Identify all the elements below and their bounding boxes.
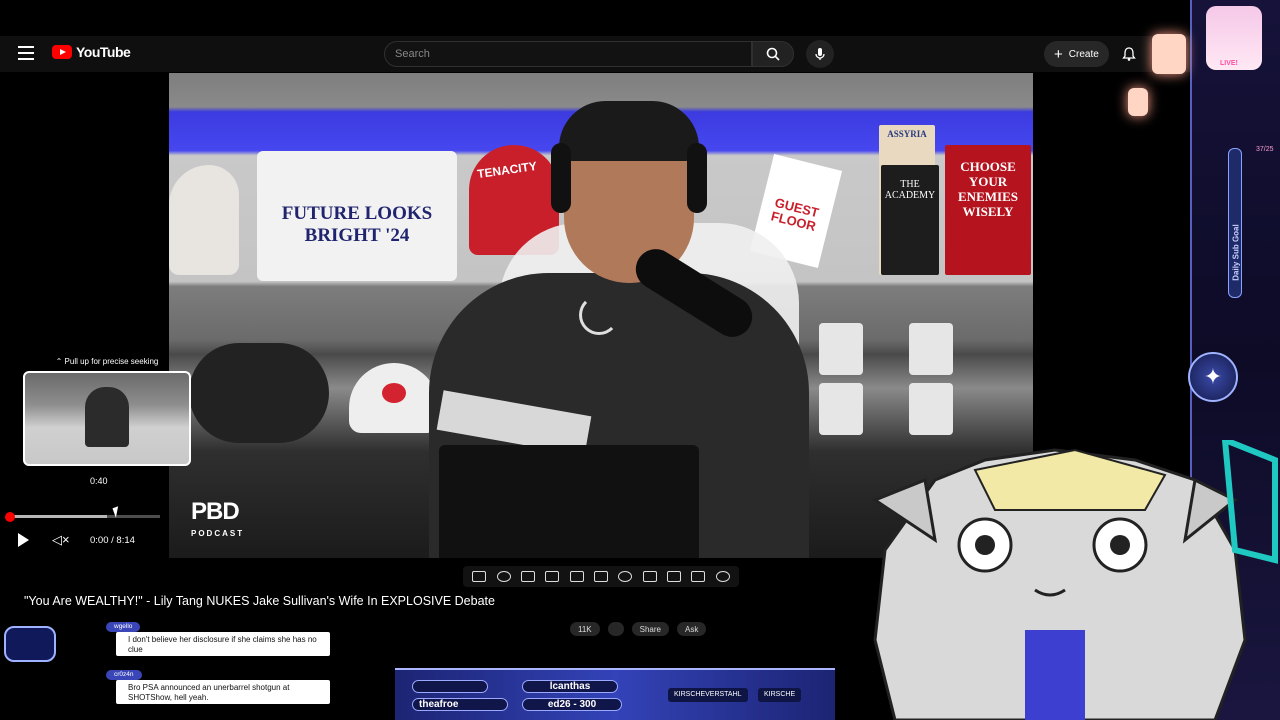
settings-gear-icon[interactable] xyxy=(715,571,730,582)
film-icon[interactable] xyxy=(545,571,560,582)
live-badge: LIVE! xyxy=(1206,6,1262,70)
time-display: 0:00 / 8:14 xyxy=(90,535,135,546)
sub-goal-label: Daily Sub Goal xyxy=(1231,224,1241,281)
chat-message: I don't believe her disclosure if she cl… xyxy=(116,632,330,656)
viewer-chip: ed26 - 300 xyxy=(522,698,622,711)
viewer-chip xyxy=(412,680,488,693)
helmet-text: TENACITY xyxy=(476,158,538,182)
frame-icon[interactable] xyxy=(593,571,608,582)
muted-volume-icon[interactable]: ◁× xyxy=(52,532,70,548)
seek-hint-text: Pull up for precise seeking xyxy=(64,357,159,366)
seek-hint: ⌃ Pull up for precise seeking xyxy=(55,357,159,366)
microphone-icon xyxy=(815,48,825,60)
video-actions: 11K Share Ask xyxy=(570,622,707,636)
logo-text: YouTube xyxy=(76,44,131,60)
crop-icon[interactable] xyxy=(569,571,584,582)
lantern-decoration xyxy=(1152,34,1186,74)
signed-helmet xyxy=(169,165,239,275)
chat-message: Bro PSA announced an unerbarrel shotgun … xyxy=(116,680,330,704)
add-icon[interactable] xyxy=(642,571,657,582)
hamburger-menu-icon[interactable] xyxy=(18,46,34,60)
keyboard-icon[interactable] xyxy=(691,571,706,582)
speed-icon[interactable] xyxy=(618,571,633,582)
pbd-podcast-logo: PBD PODCAST xyxy=(191,498,245,545)
loop-icon[interactable] xyxy=(472,571,487,582)
create-button[interactable]: + Create xyxy=(1044,41,1109,67)
book-choose: CHOOSE YOUR ENEMIES WISELY xyxy=(945,145,1031,275)
book-shelf: ASSYRIA THE ACADEMY CHOOSE YOUR ENEMIES … xyxy=(849,125,1033,275)
mug-shelf xyxy=(809,323,1009,443)
share-button[interactable]: Share xyxy=(631,622,669,636)
chat-username: wgello xyxy=(106,622,141,632)
shirt-text-line2: BRIGHT '24 xyxy=(304,225,410,246)
progress-hover-fill xyxy=(10,515,108,518)
pbd-logo-text: PBD xyxy=(191,498,240,525)
chat-username: cr0z4n xyxy=(106,670,142,680)
search-icon xyxy=(766,47,780,61)
youtube-logo[interactable]: YouTube xyxy=(52,44,131,60)
loading-spinner-icon xyxy=(579,295,619,335)
progress-scrubber[interactable] xyxy=(5,512,15,522)
audio-icon[interactable] xyxy=(496,571,511,582)
preview-time: 0:40 xyxy=(90,476,108,486)
shirt-display: FUTURE LOOKS BRIGHT '24 xyxy=(257,151,457,281)
host-hair xyxy=(559,101,699,161)
vtuber-avatar xyxy=(871,440,1278,720)
search-button[interactable] xyxy=(752,41,794,67)
live-label: LIVE! xyxy=(1220,60,1238,67)
book-academy: THE ACADEMY xyxy=(881,165,939,275)
like-button[interactable]: 11K xyxy=(570,622,600,636)
shirt-text-line1: FUTURE LOOKS xyxy=(281,203,433,224)
headphone-left xyxy=(551,143,571,213)
dislike-button[interactable] xyxy=(607,622,624,636)
baseball-cap xyxy=(349,363,439,433)
social-tag: KIRSCHE xyxy=(758,688,802,702)
video-title: "You Are WEALTHY!" - Lily Tang NUKES Jak… xyxy=(24,594,495,608)
chat-mascot-icon xyxy=(4,626,56,662)
voice-search-button[interactable] xyxy=(806,40,834,68)
boxing-gloves xyxy=(189,343,329,443)
screenshot-icon[interactable] xyxy=(667,571,682,582)
social-tag: KIRSCHEVERSTAHL xyxy=(668,688,748,702)
pbd-logo-sub: PODCAST xyxy=(191,529,245,538)
chat-overlay: wgello I don't believe her disclosure if… xyxy=(0,620,392,720)
viewer-chip: theafroe xyxy=(412,698,508,711)
plus-icon: + xyxy=(1054,45,1063,63)
extension-toolbar xyxy=(463,566,739,587)
viewer-chip: lcanthas xyxy=(522,680,618,693)
headphone-right xyxy=(687,143,707,213)
play-icon[interactable] xyxy=(18,533,29,547)
star-icon: ✦ xyxy=(1188,352,1238,402)
laptop xyxy=(439,445,699,558)
ask-button[interactable]: Ask xyxy=(677,622,707,636)
create-label: Create xyxy=(1068,48,1099,60)
youtube-play-icon xyxy=(52,45,72,59)
search-input[interactable]: Search xyxy=(384,41,752,67)
youtube-header: YouTube Search + Create xyxy=(0,36,1190,72)
sub-goal-count: 37/25 xyxy=(1256,146,1274,153)
lantern-decoration xyxy=(1128,88,1148,116)
pip-icon[interactable] xyxy=(520,571,535,582)
notifications-bell-icon[interactable] xyxy=(1121,46,1137,62)
seek-preview-thumbnail xyxy=(23,371,191,466)
